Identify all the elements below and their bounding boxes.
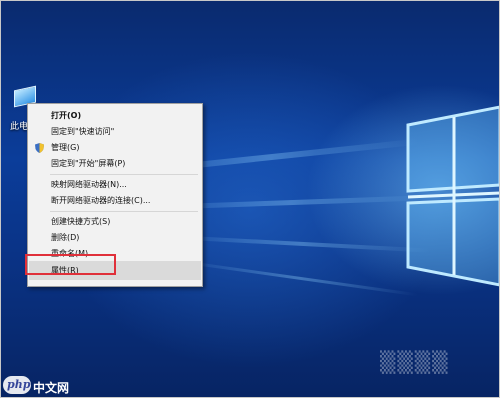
menu-item-delete[interactable]: 删除(D) [29, 230, 201, 246]
menu-item-map-network-drive[interactable]: 映射网络驱动器(N)... [29, 177, 201, 193]
menu-separator [50, 174, 198, 175]
shield-icon [35, 143, 44, 153]
watermark-site-text: 中文网 [33, 381, 70, 395]
menu-separator [50, 211, 198, 212]
menu-item-disconnect-network-drive[interactable]: 断开网络驱动器的连接(C)... [29, 193, 201, 209]
menu-item-create-shortcut[interactable]: 创建快捷方式(S) [29, 214, 201, 230]
desktop-background: 此电 打开(O) 固定到"快速访问" 管理(G) 固定到"开始"屏幕(P) 映射… [0, 0, 500, 398]
menu-item-pin-quick-access[interactable]: 固定到"快速访问" [29, 124, 201, 140]
menu-item-manage[interactable]: 管理(G) [29, 140, 201, 156]
windows-logo [406, 105, 500, 287]
menu-item-open[interactable]: 打开(O) [29, 108, 201, 124]
menu-item-pin-start[interactable]: 固定到"开始"屏幕(P) [29, 156, 201, 172]
highlight-annotation-box [25, 254, 116, 275]
watermark-pattern: ▒▒▒▒ [380, 350, 450, 374]
desktop-icon-label: 此电 [10, 122, 29, 132]
php-logo: php [3, 376, 31, 394]
